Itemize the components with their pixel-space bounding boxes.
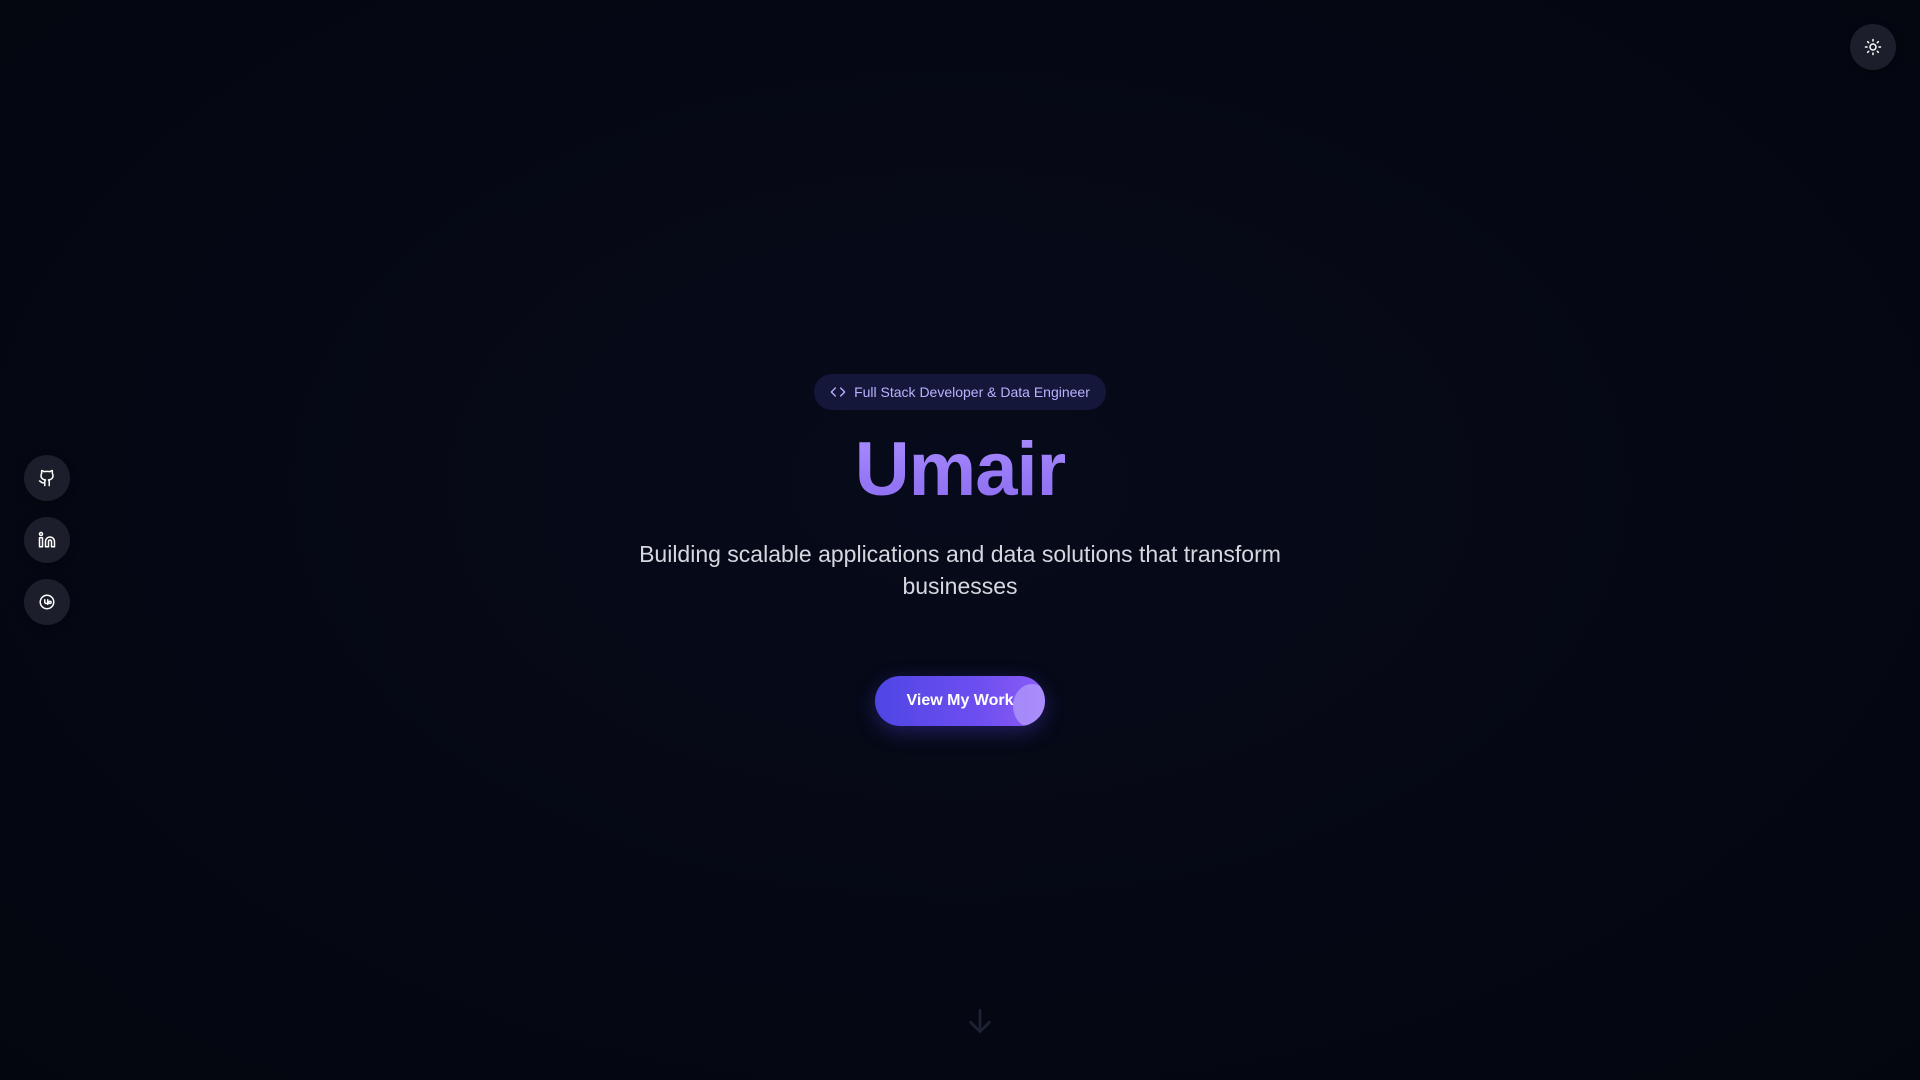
- view-my-work-button[interactable]: View My Work: [875, 676, 1045, 726]
- sun-icon: [1864, 38, 1882, 56]
- code-icon: [830, 387, 846, 397]
- button-glow-decoration: [1013, 684, 1045, 726]
- hero-subtitle: Building scalable applications and data …: [639, 541, 1281, 599]
- arrow-down-icon: [969, 1009, 991, 1033]
- hero-section: Full Stack Developer & Data Engineer Uma…: [0, 374, 1920, 726]
- role-badge-label: Full Stack Developer & Data Engineer: [854, 384, 1090, 400]
- theme-toggle-button[interactable]: [1850, 24, 1896, 70]
- scroll-down-indicator[interactable]: [964, 1005, 996, 1037]
- role-badge: Full Stack Developer & Data Engineer: [814, 374, 1106, 410]
- view-my-work-label: View My Work: [906, 692, 1014, 709]
- hero-title: Umair: [854, 427, 1066, 512]
- page: Full Stack Developer & Data Engineer Uma…: [0, 0, 1920, 1080]
